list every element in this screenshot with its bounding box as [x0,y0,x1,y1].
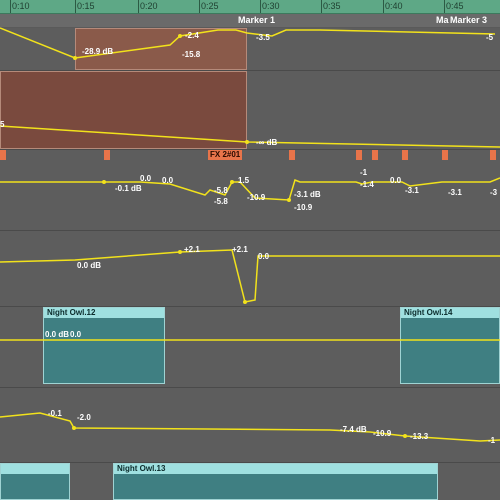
automation-value: 0.0 dB [45,330,70,339]
automation-value: +2.1 [184,245,200,254]
automation-value: 0.0 [140,174,152,183]
automation-value: -3.1 [448,188,462,197]
automation-value: -28.9 dB [82,47,114,56]
automation-value: -5.8 [214,197,228,206]
automation-value: -3.5 [256,33,270,42]
automation-value: -0.1 dB [115,184,142,193]
automation-value: -∞ dB [256,138,278,147]
automation-node [230,180,234,184]
automation-node [245,140,249,144]
automation-value: -10.9 [294,203,313,212]
automation-value: -3.1 dB [294,190,321,199]
automation-value: 0.0 [390,176,402,185]
automation-value: -1.4 [360,180,374,189]
automation-node [72,426,76,430]
automation-node [178,34,182,38]
automation-value: -7.4 dB [340,425,367,434]
automation-node [403,434,407,438]
automation-node [243,300,247,304]
automation-line-lane4 [0,249,500,303]
automation-overlay [0,27,500,442]
automation-value: -2.4 [185,31,199,40]
automation-value: -1 [488,436,496,445]
automation-value: +2.1 [232,245,248,254]
automation-value: -0.1 [48,409,62,418]
automation-value: -2.0 [77,413,91,422]
automation-node [102,180,106,184]
automation-value: -5 [486,33,494,42]
automation-value: -15.8 [182,50,201,59]
automation-value: 0.0 [258,252,270,261]
automation-value: -10.9 [247,193,266,202]
automation-value: -5.8 [214,186,228,195]
automation-value: 0.0 [70,330,82,339]
automation-value: -3.1 [405,186,419,195]
automation-value: -10.9 [373,429,392,438]
automation-value: -3 [490,188,498,197]
automation-value: 1.5 [238,176,250,185]
automation-value: 0.0 [162,176,174,185]
automation-node [287,198,291,202]
automation-line-lane1 [0,27,496,59]
automation-node [73,56,77,60]
automation-node [178,250,182,254]
automation-value: 5 [0,120,5,129]
automation-line-lane2 [0,125,500,148]
automation-value: 0.0 dB [77,261,102,270]
automation-value: -1 [360,168,368,177]
automation-value: -13.3 [410,432,429,441]
